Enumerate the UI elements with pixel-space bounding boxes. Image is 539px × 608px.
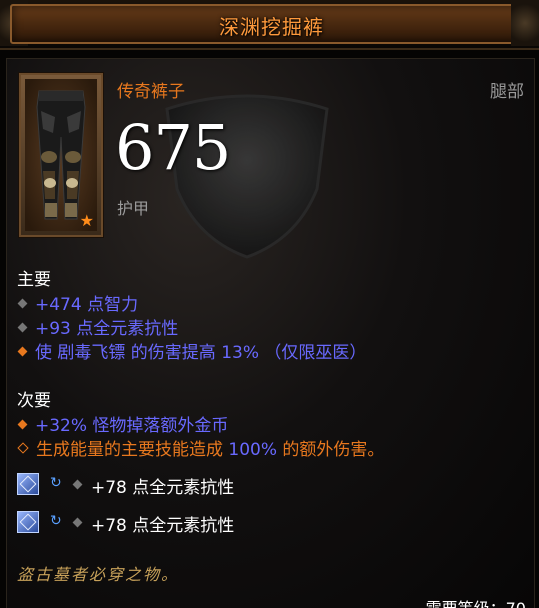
item-tooltip: 深渊挖掘裤 ★ 传奇裤子 腿部 675 护甲 主要 +474 点智力 +93 点… — [0, 0, 539, 608]
legendary-bullet-icon — [17, 419, 28, 430]
armor-label: 护甲 — [117, 199, 150, 218]
gem-icon — [17, 473, 39, 495]
socket-text: +78 点全元素抗性 — [91, 516, 235, 536]
item-image-frame: ★ — [19, 73, 103, 237]
primary-affix-legendary: 使 剧毒飞镖 的伤害提高 13% （仅限巫医） — [17, 338, 366, 363]
secondary-affix-legendary: 生成能量的主要技能造成 100% 的额外伤害。 — [17, 435, 384, 460]
socket-row: ↻ +78 点全元素抗性 — [17, 511, 417, 539]
item-slot: 腿部 — [490, 82, 524, 102]
gem-icon — [17, 511, 39, 533]
secondary-header: 次要 — [17, 391, 51, 411]
bullet-diamond-icon — [17, 298, 28, 309]
flavor-text: 盗古墓者必穿之物。 — [17, 565, 180, 584]
armor-value: 675 — [115, 111, 231, 184]
primary-affix: +474 点智力 — [17, 290, 138, 315]
socket-text: +78 点全元素抗性 — [91, 478, 235, 498]
required-level: 需要等级：70 — [426, 595, 526, 608]
tooltip-body: ★ 传奇裤子 腿部 675 护甲 主要 +474 点智力 +93 点全元素抗性 … — [6, 58, 535, 608]
title-ornament-right — [511, 0, 539, 46]
legendary-hollow-bullet-icon — [17, 442, 29, 454]
primary-affix: +93 点全元素抗性 — [17, 314, 178, 339]
primary-header: 主要 — [17, 270, 51, 290]
title-bar: 深渊挖掘裤 — [0, 0, 539, 50]
pants-icon — [36, 90, 86, 220]
bullet-diamond-icon — [17, 322, 28, 333]
legendary-star-icon: ★ — [79, 211, 94, 230]
item-name: 深渊挖掘裤 — [219, 15, 324, 39]
cycle-icon: ↻ — [50, 475, 62, 491]
title-plate: 深渊挖掘裤 — [10, 4, 533, 44]
legendary-bullet-icon — [17, 346, 28, 357]
bullet-diamond-icon — [72, 479, 83, 490]
cycle-icon: ↻ — [50, 513, 62, 529]
bullet-diamond-icon — [72, 517, 83, 528]
secondary-affix: +32% 怪物掉落额外金币 — [17, 411, 228, 436]
socket-row: ↻ +78 点全元素抗性 — [17, 473, 417, 501]
